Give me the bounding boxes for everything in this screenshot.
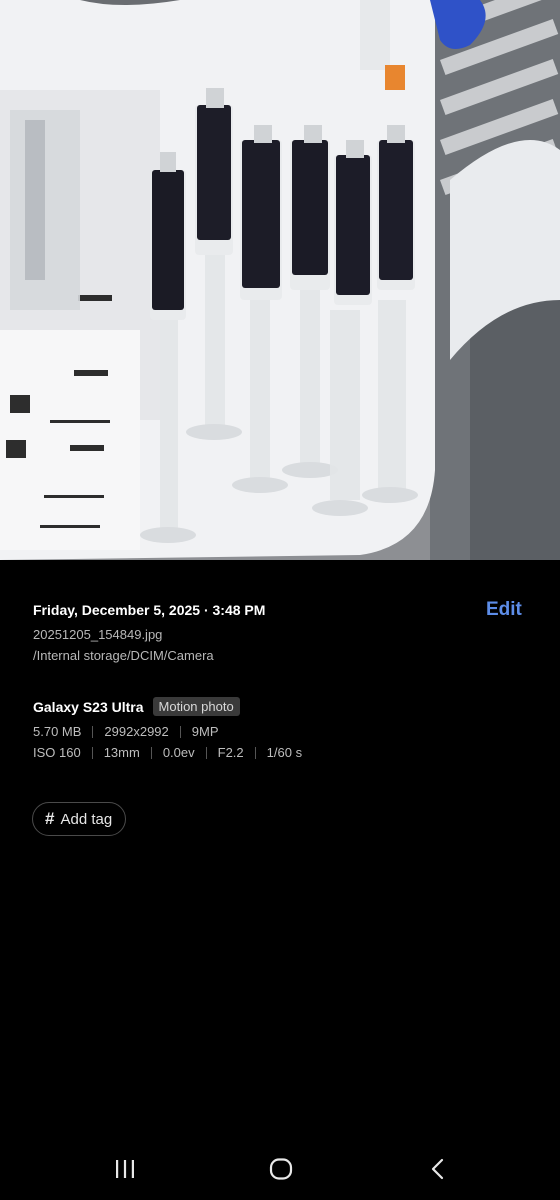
divider [179,725,181,738]
recents-button[interactable] [105,1154,145,1184]
divider [254,746,256,759]
divider [91,746,93,759]
divider [205,746,207,759]
file-path[interactable]: /Internal storage/DCIM/Camera [33,648,214,663]
photo-image [0,0,560,560]
divider [92,725,94,738]
back-icon [431,1158,444,1180]
file-name: 20251205_154849.jpg [33,627,163,642]
divider [150,746,152,759]
iso-value: ISO 160 [33,745,81,760]
recents-icon [116,1160,134,1178]
shutter-speed: 1/60 s [266,745,303,760]
edit-button[interactable]: Edit [486,599,522,621]
back-button[interactable] [418,1154,458,1184]
file-size: 5.70 MB [33,724,82,739]
camera-specs-row: ISO 160 13mm 0.0ev F2.2 1/60 s [33,745,302,760]
home-button[interactable] [261,1154,301,1184]
megapixels: 9MP [191,724,219,739]
photo-datetime: Friday, December 5, 2025 · 3:48 PM [33,602,266,618]
photo-preview[interactable] [0,0,560,560]
device-name: Galaxy S23 Ultra [33,698,144,715]
file-specs-row: 5.70 MB 2992x2992 9MP [33,724,219,739]
home-icon [269,1158,293,1180]
hash-icon: # [45,809,55,828]
add-tag-button[interactable]: # Add tag [32,802,127,836]
aperture: F2.2 [217,745,244,760]
device-row: Galaxy S23 Ultra Motion photo [33,697,240,716]
navigation-bar [0,1140,560,1200]
focal-length: 13mm [103,745,140,760]
exposure-value: 0.0ev [162,745,195,760]
motion-photo-badge: Motion photo [152,697,240,716]
add-tag-label: Add tag [60,810,113,828]
resolution: 2992x2992 [104,724,169,739]
